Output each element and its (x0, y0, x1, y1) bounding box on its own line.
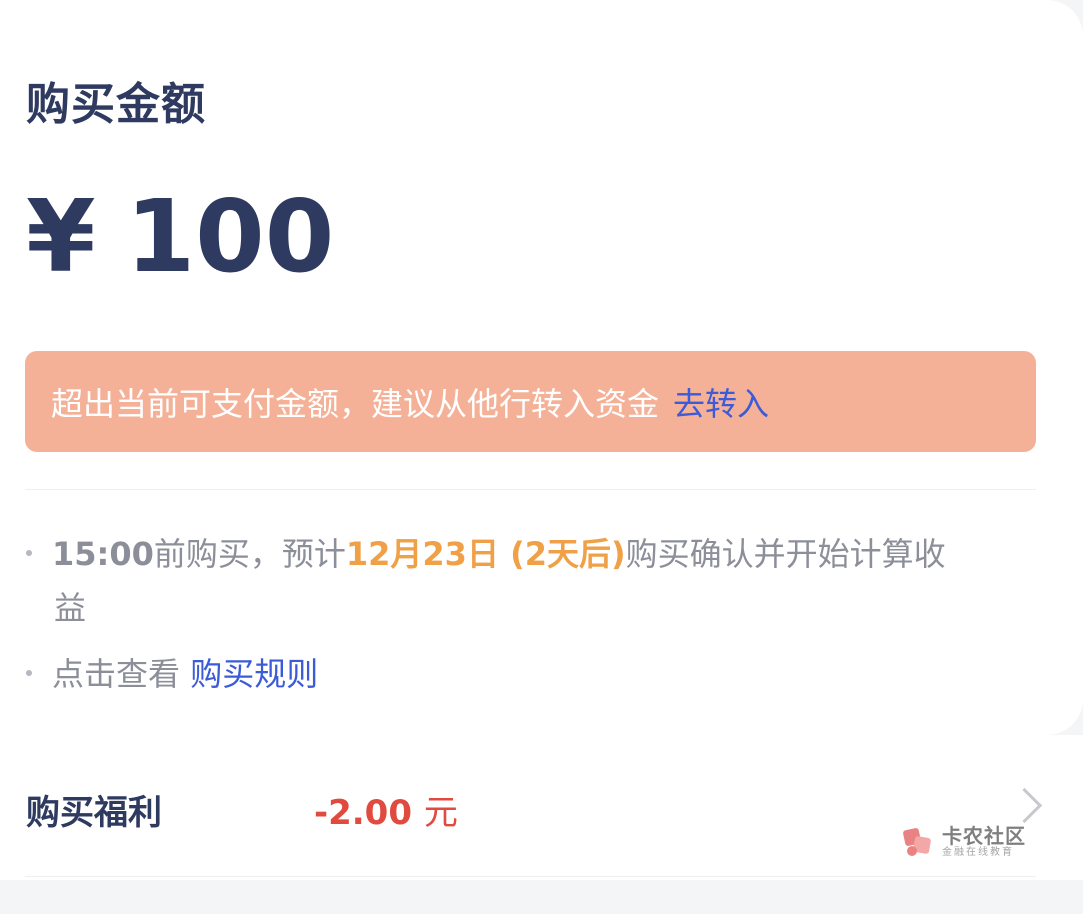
confirm-date: 12月23日 (2天后) (345, 535, 626, 573)
warning-text: 超出当前可支付金额，建议从他行转入资金 (51, 384, 660, 423)
watermark: 卡农社区 金融在线教育 (902, 825, 1026, 859)
benefit-unit: 元 (423, 793, 458, 833)
note-text-b: 购买确认并开始计算收 (625, 535, 946, 573)
divider (25, 876, 1036, 877)
currency-symbol: ¥ (26, 178, 96, 295)
purchase-amount-display[interactable]: ¥100 (26, 172, 334, 302)
purchase-rules-link[interactable]: 购买规则 (190, 655, 318, 693)
note-text-a: 前购买，预计 (153, 535, 346, 573)
benefit-value: -2.00 元 (314, 785, 458, 834)
transfer-in-link[interactable]: 去转入 (673, 379, 769, 425)
kanong-logo-icon (902, 825, 936, 859)
chevron-right-icon[interactable] (1006, 787, 1043, 824)
watermark-title: 卡农社区 (942, 824, 1026, 848)
purchase-card: 购买金额 ¥100 超出当前可支付金额，建议从他行转入资金 去转入 15:00前… (0, 0, 1083, 735)
amount-value: 100 (125, 178, 335, 295)
insufficient-balance-banner: 超出当前可支付金额，建议从他行转入资金 去转入 (25, 351, 1036, 452)
benefit-amount: -2.00 (314, 793, 412, 833)
note-prefix: 点击查看 (52, 655, 181, 693)
benefit-label: 购买福利 (26, 793, 162, 833)
note-text-c: 益 (54, 589, 87, 627)
divider (25, 489, 1036, 490)
bullet-dot (26, 670, 32, 676)
purchase-rules-note: 点击查看 购买规则 (26, 647, 318, 701)
cutoff-time: 15:00 (52, 535, 154, 573)
purchase-amount-title: 购买金额 (26, 79, 206, 130)
purchase-confirm-note: 15:00前购买，预计12月23日 (2天后)购买确认并开始计算收 益 (26, 527, 1026, 635)
bullet-dot (26, 550, 32, 556)
watermark-subtitle: 金融在线教育 (942, 847, 1014, 858)
